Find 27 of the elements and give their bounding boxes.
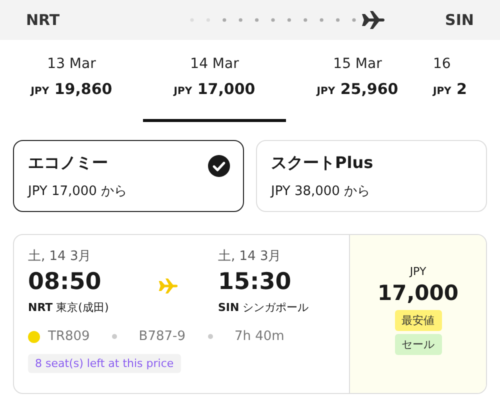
seats-left-notice: 8 seat(s) left at this price [28, 354, 181, 373]
arrival-date: 土, 14 3月 [218, 248, 282, 265]
airline-logo-icon [28, 330, 40, 342]
origin-code: NRT [26, 11, 60, 29]
destination-code: SIN [445, 11, 474, 29]
fare-tag: セール [394, 334, 442, 355]
date-tab[interactable]: 16 JPY 2 [429, 40, 500, 122]
airplane-icon [361, 10, 386, 30]
arrival-time: 15:30 [218, 269, 292, 295]
fare-class-card[interactable]: エコノミー JPY 17,000 から [13, 140, 244, 212]
date-tab[interactable]: 14 Mar JPY 17,000 [143, 40, 286, 122]
departure-airport: NRT 東京(成田) [28, 300, 109, 315]
date-tab[interactable]: 13 Mar JPY 19,860 [0, 40, 143, 122]
flight-number: TR809 [48, 329, 90, 344]
flight-duration: 7h 40m [234, 329, 284, 344]
aircraft-type: B787-9 [138, 329, 186, 344]
checkmark-icon [208, 155, 230, 177]
departure-date: 土, 14 3月 [28, 248, 92, 265]
airplane-icon [158, 277, 178, 295]
fare-class-card[interactable]: スクートPlus JPY 38,000 から [256, 140, 487, 212]
arrival-airport: SIN シンガポール [218, 300, 309, 315]
departure-time: 08:50 [28, 269, 102, 295]
price-currency: JPY [410, 265, 426, 278]
fare-tag: 最安値 [394, 310, 442, 331]
price-amount: 17,000 [377, 281, 459, 305]
date-tab[interactable]: 15 Mar JPY 25,960 [286, 40, 429, 122]
flight-card[interactable]: 土, 14 3月 08:50 NRT 東京(成田) 土, 14 3月 15:30 SIN シンガポール TR809 B787-9 7h 40m 8 seat(s) left at this price JPY 17,000 最安値 セール [13, 234, 487, 394]
